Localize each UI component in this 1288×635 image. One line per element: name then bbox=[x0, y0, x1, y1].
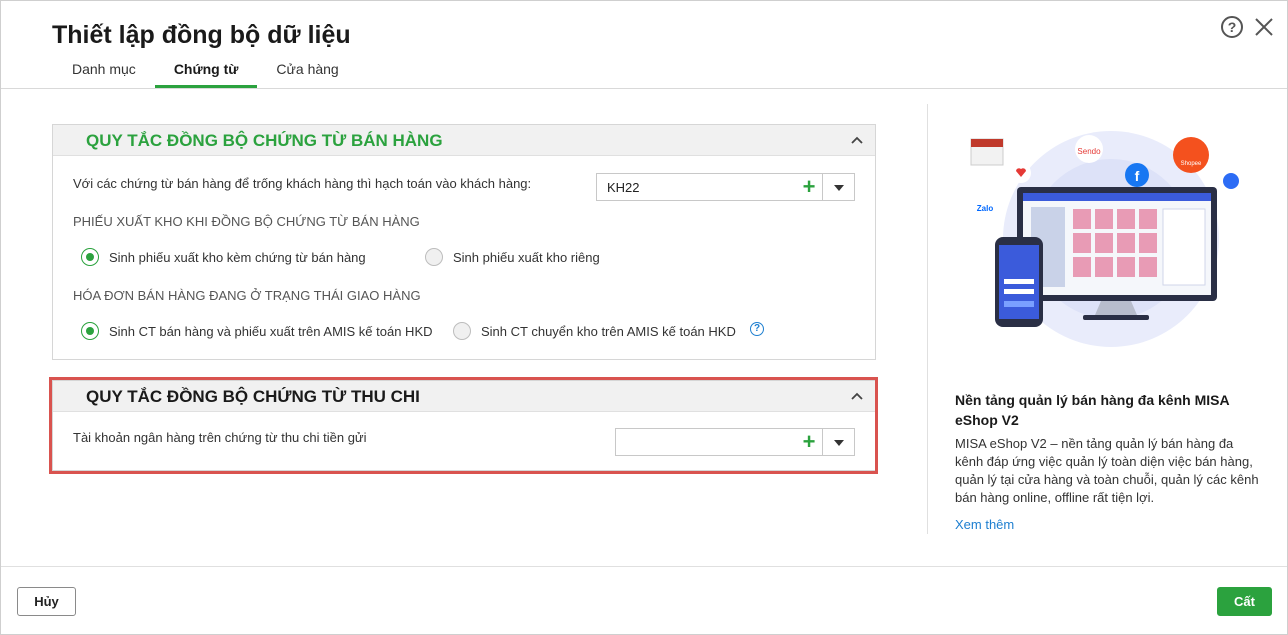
radio-stock-separate-label[interactable]: Sinh phiếu xuất kho riêng bbox=[453, 250, 600, 265]
invoice-heading: HÓA ĐƠN BÁN HÀNG ĐANG Ở TRẠNG THÁI GIAO … bbox=[73, 288, 421, 303]
plus-icon[interactable]: + bbox=[800, 176, 818, 198]
sales-section-title: QUY TẮC ĐỒNG BỘ CHỨNG TỪ BÁN HÀNG bbox=[86, 131, 443, 150]
help-icon[interactable]: ? bbox=[1221, 16, 1243, 38]
side-divider bbox=[927, 104, 928, 534]
radio-stock-separate[interactable] bbox=[425, 248, 443, 266]
svg-text:Shopee: Shopee bbox=[1181, 161, 1202, 167]
info-icon[interactable]: ? bbox=[750, 322, 764, 336]
svg-text:Zalo: Zalo bbox=[977, 204, 994, 213]
combo-separator bbox=[822, 174, 823, 200]
tab-danh-muc[interactable]: Danh mục bbox=[53, 57, 155, 88]
default-customer-combo[interactable]: KH22 + bbox=[596, 173, 855, 201]
eshop-illustration: Sendo Shopee f Zalo bbox=[970, 131, 1243, 347]
default-customer-value[interactable]: KH22 bbox=[607, 180, 640, 195]
close-icon[interactable] bbox=[1252, 15, 1276, 39]
caret-down-icon[interactable] bbox=[834, 185, 844, 191]
cancel-button[interactable]: Hủy bbox=[17, 587, 76, 616]
radio-invoice-transfer[interactable] bbox=[453, 322, 471, 340]
default-customer-label: Với các chứng từ bán hàng để trống khách… bbox=[73, 176, 532, 191]
sales-section-header[interactable]: QUY TẮC ĐỒNG BỘ CHỨNG TỪ BÁN HÀNG bbox=[53, 125, 875, 156]
tab-bar: Danh mục Chứng từ Cửa hàng bbox=[53, 57, 358, 89]
sync-settings-dialog: Thiết lập đồng bộ dữ liệu ? Danh mục Chứ… bbox=[0, 0, 1288, 635]
footer-divider bbox=[1, 566, 1287, 567]
stock-heading: PHIẾU XUẤT KHO KHI ĐỒNG BỘ CHỨNG TỪ BÁN … bbox=[73, 214, 420, 229]
promo-title: Nền tảng quản lý bán hàng đa kênh MISA e… bbox=[955, 392, 1230, 428]
radio-invoice-sales-and-stock[interactable] bbox=[81, 322, 99, 340]
radio-stock-with-sales[interactable] bbox=[81, 248, 99, 266]
dialog-header: Thiết lập đồng bộ dữ liệu ? Danh mục Chứ… bbox=[1, 1, 1287, 89]
radio-stock-with-sales-label[interactable]: Sinh phiếu xuất kho kèm chứng từ bán hàn… bbox=[109, 250, 366, 265]
svg-text:Sendo: Sendo bbox=[1077, 147, 1101, 156]
sales-sync-section: QUY TẮC ĐỒNG BỘ CHỨNG TỪ BÁN HÀNG Với cá… bbox=[52, 124, 876, 360]
save-button[interactable]: Cất bbox=[1217, 587, 1272, 616]
radio-invoice-transfer-label[interactable]: Sinh CT chuyển kho trên AMIS kế toán HKD bbox=[481, 324, 736, 339]
radio-invoice-sales-and-stock-label[interactable]: Sinh CT bán hàng và phiếu xuất trên AMIS… bbox=[109, 324, 433, 339]
see-more-link[interactable]: Xem thêm bbox=[955, 517, 1014, 532]
promo-description: MISA eShop V2 – nền tảng quản lý bán hàn… bbox=[955, 436, 1259, 505]
highlight-box bbox=[49, 377, 878, 474]
dialog-title: Thiết lập đồng bộ dữ liệu bbox=[52, 21, 351, 49]
tab-cua-hang[interactable]: Cửa hàng bbox=[257, 57, 357, 88]
tab-chung-tu[interactable]: Chứng từ bbox=[154, 57, 258, 88]
chevron-up-icon[interactable] bbox=[851, 135, 863, 147]
svg-text:f: f bbox=[1135, 168, 1140, 184]
